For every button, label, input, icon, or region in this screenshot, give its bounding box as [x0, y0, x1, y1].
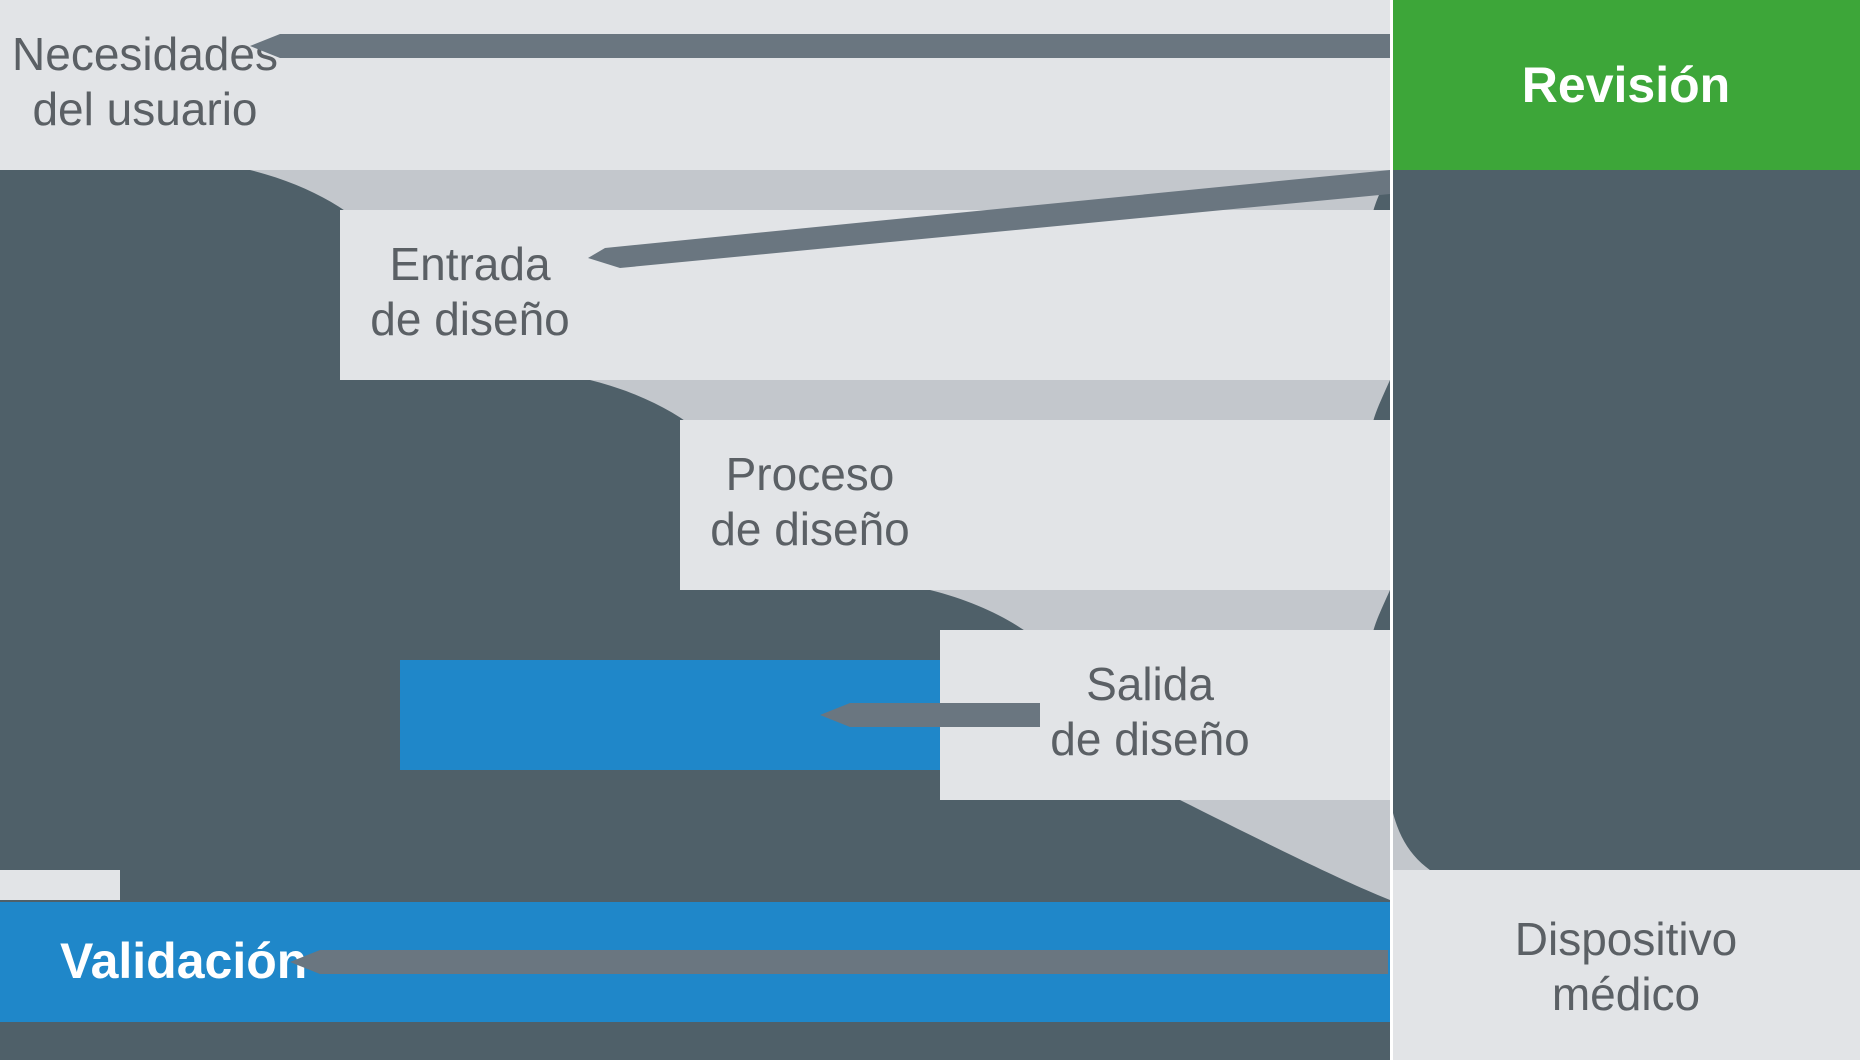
arrow-device-to-validation [290, 950, 1388, 974]
stage-design-input-line2: de diseño [370, 293, 570, 345]
stage-design-input-line1: Entrada [389, 238, 551, 290]
stage-design-output-line2: de diseño [1050, 713, 1250, 765]
action-validation-label: Validación [60, 933, 307, 989]
arrow-review-to-user-needs [250, 34, 1390, 58]
stage-design-output-line1: Salida [1086, 658, 1214, 710]
stage-medical-device-line1: Dispositivo [1515, 913, 1737, 965]
action-review-label: Revisión [1522, 57, 1730, 113]
action-review: Revisión [1392, 0, 1860, 170]
stage-user-needs-line2: del usuario [32, 83, 257, 135]
divider-vertical [1390, 0, 1393, 1060]
stage-medical-device: Dispositivo médico [1392, 870, 1860, 1060]
stage-design-process-line2: de diseño [710, 503, 910, 555]
stage-design-process-line1: Proceso [726, 448, 895, 500]
stage-user-needs-line1: Necesidades [12, 28, 278, 80]
validation-left-tab [0, 870, 120, 900]
waterfall-diagram: Necesidades del usuario Revisión Entrada… [0, 0, 1860, 1060]
stage-medical-device-line2: médico [1552, 968, 1700, 1020]
arrow-output-to-verification [820, 703, 1040, 727]
